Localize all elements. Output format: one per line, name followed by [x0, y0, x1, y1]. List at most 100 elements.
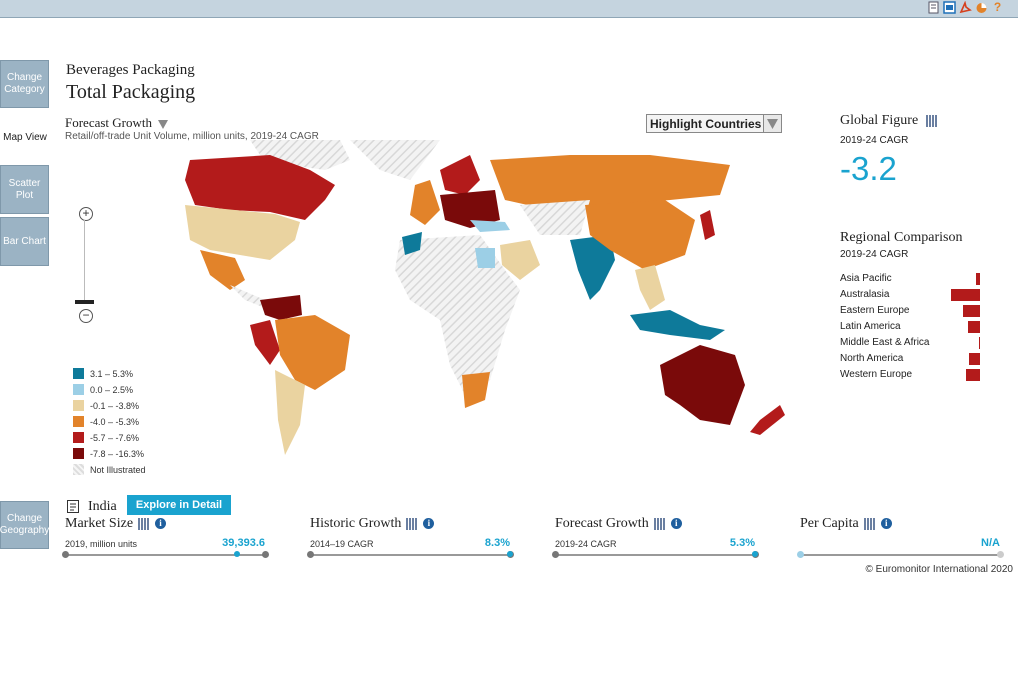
- print-icon[interactable]: [927, 1, 940, 14]
- map-region-mexico[interactable]: [200, 250, 245, 290]
- copyright-text: © Euromonitor International 2020: [865, 564, 1013, 575]
- pie-chart-icon[interactable]: [975, 1, 988, 14]
- explore-in-detail-button[interactable]: Explore in Detail: [127, 495, 231, 515]
- grid-icon[interactable]: [406, 517, 419, 530]
- map-region-southeast-asia[interactable]: [635, 265, 665, 310]
- grid-icon[interactable]: [653, 517, 666, 530]
- chevron-down-icon[interactable]: [158, 119, 169, 129]
- metric-value: 39,393.6: [222, 537, 265, 549]
- metric-subtitle: 2019, million units: [65, 539, 138, 549]
- zoom-track[interactable]: [84, 220, 85, 302]
- metric-title: Historic Growth i: [310, 516, 435, 532]
- map-region-africa[interactable]: [395, 235, 520, 395]
- global-figure-period: 2019-24 CAGR: [840, 135, 909, 146]
- legend-label: 3.1 – 5.3%: [90, 368, 134, 379]
- legend-swatch: [73, 384, 84, 395]
- regional-row-label: North America: [840, 353, 904, 364]
- legend-label: 0.0 – 2.5%: [90, 384, 134, 395]
- map-region-south-africa[interactable]: [462, 372, 490, 408]
- metric-selector[interactable]: Forecast Growth: [65, 115, 169, 131]
- image-icon[interactable]: [943, 1, 956, 14]
- regional-row-label: Australasia: [840, 289, 890, 300]
- map-region-russia[interactable]: [490, 155, 730, 210]
- zoom-out-button[interactable]: −: [79, 309, 93, 323]
- legend-item: Not Illustrated: [73, 464, 146, 475]
- global-figure-title: Global Figure: [840, 113, 938, 129]
- grid-icon[interactable]: [863, 517, 876, 530]
- map-region-argentina[interactable]: [275, 370, 305, 455]
- change-category-button[interactable]: Change Category: [0, 60, 49, 108]
- metric-value: N/A: [981, 537, 1000, 549]
- map-region-western-europe[interactable]: [410, 180, 440, 225]
- map-region-venezuela[interactable]: [260, 295, 302, 320]
- highlight-label: Highlight Countries: [650, 117, 762, 131]
- map-region-central-asia[interactable]: [520, 200, 590, 235]
- category-title: Beverages Packaging: [66, 62, 195, 78]
- metric-range-track: [62, 551, 269, 558]
- regional-row-label: Western Europe: [840, 369, 913, 380]
- info-icon[interactable]: i: [423, 518, 435, 530]
- regional-row-bar[interactable]: [969, 353, 980, 365]
- grid-icon[interactable]: [925, 114, 938, 127]
- map-region-peru[interactable]: [250, 320, 280, 365]
- regional-row-bar[interactable]: [967, 321, 980, 333]
- info-icon[interactable]: i: [155, 518, 167, 530]
- scatter-plot-button[interactable]: Scatter Plot: [0, 165, 49, 214]
- regional-row-bar[interactable]: [963, 305, 980, 317]
- metric-subtitle: 2019-24 CAGR: [555, 539, 617, 549]
- subcategory-title: Total Packaging: [66, 81, 196, 103]
- map-view-tab[interactable]: Map View: [0, 132, 50, 143]
- range-min-dot: [552, 551, 559, 558]
- legend-item: 3.1 – 5.3%: [73, 368, 133, 379]
- legend-swatch: [73, 368, 84, 379]
- pdf-icon[interactable]: [959, 0, 972, 14]
- metric-value: 5.3%: [729, 537, 755, 549]
- map-region-australia[interactable]: [660, 345, 745, 425]
- regional-row-bar[interactable]: [951, 289, 980, 301]
- range-value-marker: [752, 551, 758, 557]
- info-icon[interactable]: i: [880, 518, 892, 530]
- map-region-new-zealand[interactable]: [750, 405, 785, 435]
- legend-item: -4.0 – -5.3%: [73, 416, 139, 427]
- legend-swatch: [73, 464, 84, 475]
- range-value-marker: [234, 551, 240, 557]
- toolbar-icons: ?: [927, 1, 1004, 14]
- regional-row-bar[interactable]: [979, 337, 980, 349]
- legend-label: Not Illustrated: [90, 464, 146, 475]
- regional-row-label: Middle East & Africa: [840, 337, 930, 348]
- regional-comparison-period: 2019-24 CAGR: [840, 249, 909, 260]
- chevron-down-icon[interactable]: [763, 115, 781, 132]
- regional-row-label: Eastern Europe: [840, 305, 910, 316]
- help-icon[interactable]: ?: [991, 1, 1004, 14]
- map-region-egypt[interactable]: [475, 248, 495, 268]
- regional-row-bar[interactable]: [976, 273, 980, 285]
- regional-row-bar[interactable]: [966, 369, 980, 381]
- range-max-dot: [262, 551, 269, 558]
- metric-title: Forecast Growth i: [555, 516, 682, 532]
- legend-swatch: [73, 448, 84, 459]
- range-min-dot: [307, 551, 314, 558]
- grid-icon[interactable]: [138, 517, 151, 530]
- legend-item: 0.0 – 2.5%: [73, 384, 133, 395]
- highlight-countries-dropdown[interactable]: Highlight Countries: [646, 114, 782, 133]
- world-map[interactable]: [110, 140, 790, 460]
- legend-label: -5.7 – -7.6%: [90, 432, 140, 443]
- range-max-dot: [997, 551, 1004, 558]
- map-region-indonesia[interactable]: [630, 310, 725, 340]
- info-icon[interactable]: i: [670, 518, 682, 530]
- map-region-japan[interactable]: [700, 210, 715, 240]
- legend-swatch: [73, 432, 84, 443]
- zoom-slider-handle[interactable]: [75, 300, 94, 304]
- zoom-in-button[interactable]: +: [79, 207, 93, 221]
- metric-range-track: [797, 551, 1004, 558]
- global-figure-value: -3.2: [840, 150, 897, 187]
- change-geography-button[interactable]: Change Geography: [0, 501, 49, 549]
- bar-chart-button[interactable]: Bar Chart: [0, 217, 49, 266]
- map-region-greenland-2[interactable]: [350, 140, 440, 180]
- global-figure-label: Global Figure: [840, 113, 919, 128]
- regional-row-label: Latin America: [840, 321, 901, 332]
- legend-label: -0.1 – -3.8%: [90, 400, 140, 411]
- map-region-scandinavia[interactable]: [440, 155, 480, 195]
- map-region-turkey[interactable]: [470, 220, 510, 232]
- legend-swatch: [73, 400, 84, 411]
